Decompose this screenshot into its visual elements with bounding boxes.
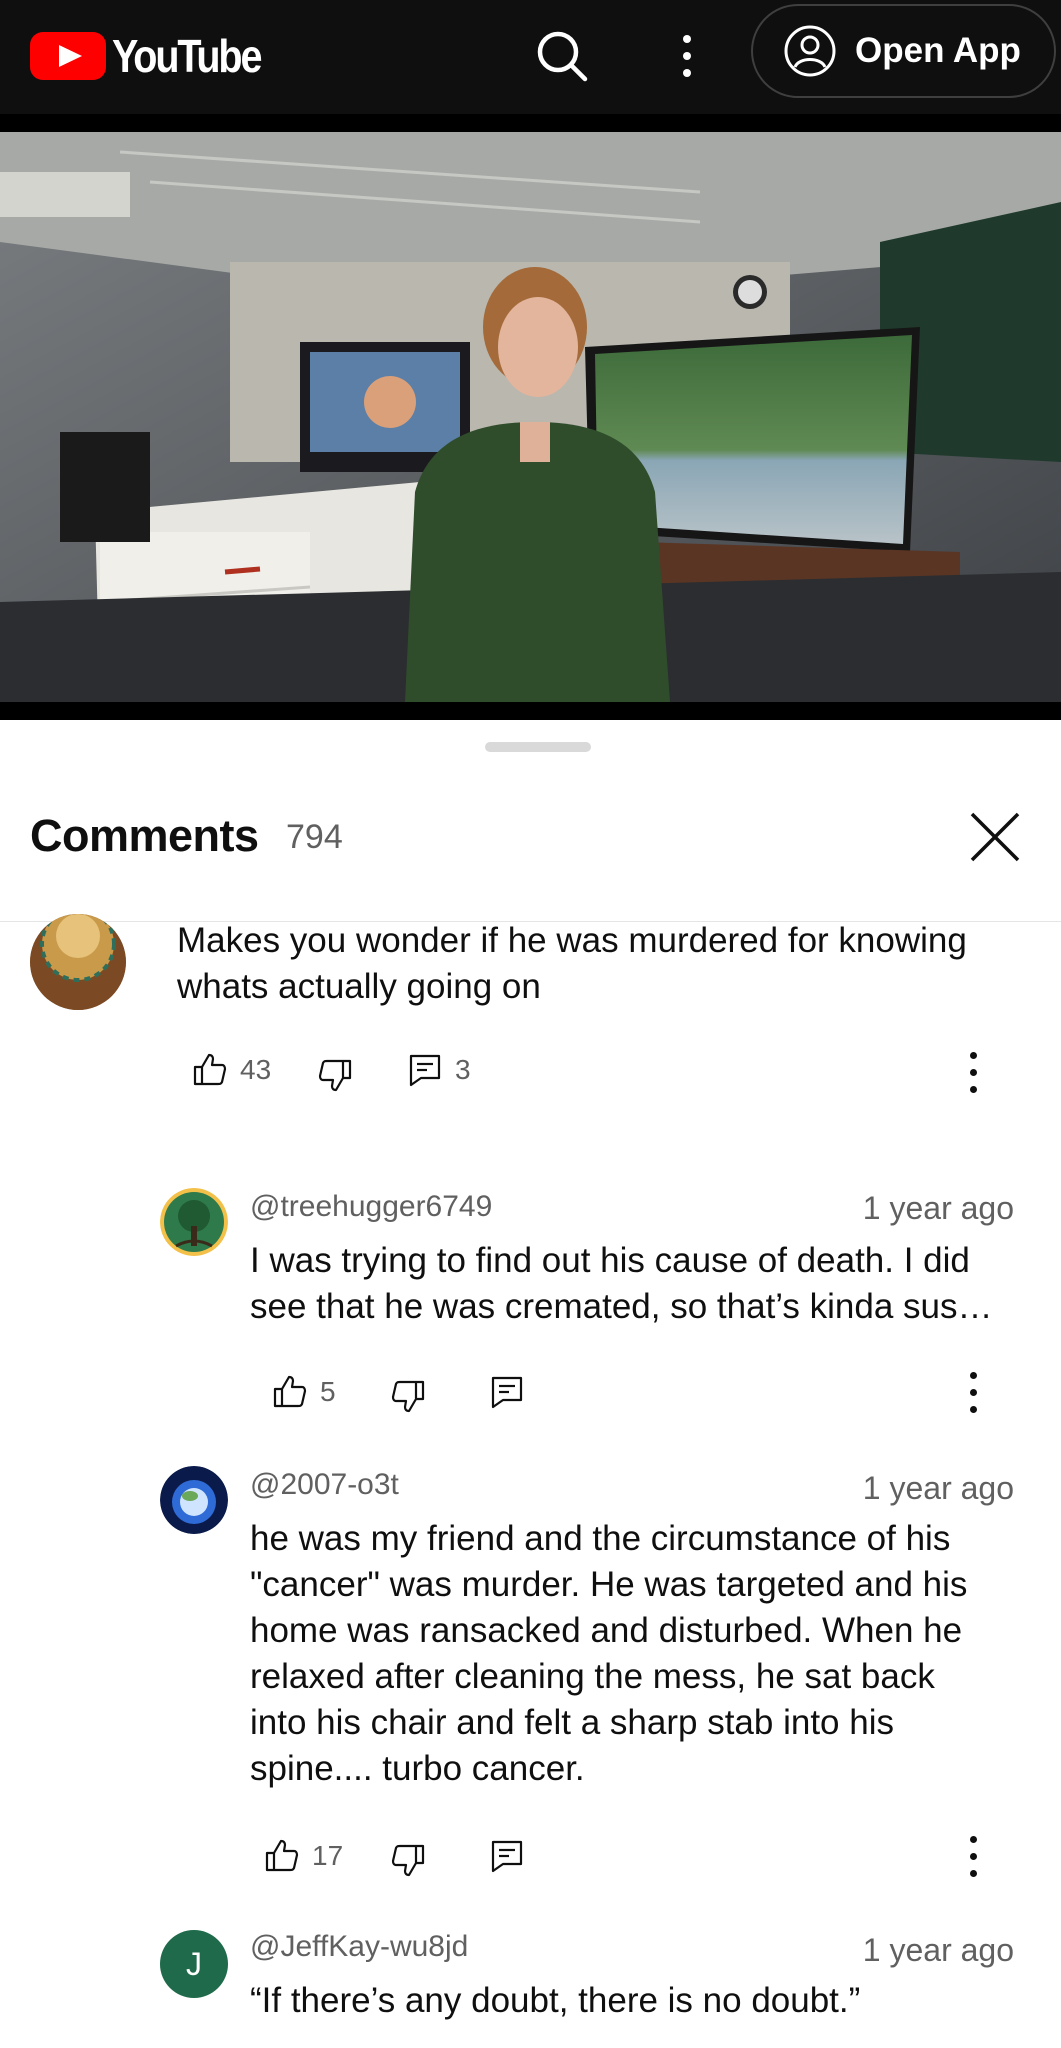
comment-text: into his chair and felt a sharp stab int… bbox=[250, 1703, 894, 1742]
comment-text: whats actually going on bbox=[177, 967, 541, 1006]
video-player[interactable] bbox=[0, 114, 1061, 720]
brand-name: YouTube bbox=[112, 30, 262, 82]
comment-author[interactable]: @JeffKay-wu8jd bbox=[250, 1930, 468, 1964]
comment-text: Makes you wonder if he was murdered for … bbox=[177, 921, 967, 960]
comment-text: “If there’s any doubt, there is no doubt… bbox=[250, 1981, 861, 2020]
comment-timestamp: 1 year ago bbox=[862, 1470, 1014, 1506]
more-vert-icon[interactable] bbox=[967, 1836, 979, 1877]
thumb-up-icon bbox=[273, 1375, 307, 1408]
avatar[interactable]: J bbox=[160, 1930, 228, 1998]
comment-author[interactable]: @2007-o3t bbox=[250, 1468, 399, 1502]
thumb-down-icon bbox=[391, 1380, 425, 1413]
like-button[interactable]: 17 bbox=[262, 1836, 343, 1876]
thumb-down-icon bbox=[318, 1059, 352, 1092]
reply-button[interactable] bbox=[487, 1372, 527, 1412]
top-app-bar: YouTube Open App bbox=[0, 0, 1061, 114]
more-vert-icon[interactable] bbox=[967, 1372, 979, 1413]
more-vert-icon[interactable] bbox=[670, 24, 704, 88]
avatar-letter: J bbox=[186, 1945, 202, 1982]
more-vert-icon[interactable] bbox=[967, 1052, 979, 1093]
like-count: 5 bbox=[320, 1376, 336, 1407]
comment-timestamp: 1 year ago bbox=[862, 1932, 1014, 1968]
thumb-down-icon bbox=[391, 1844, 425, 1877]
comment-icon bbox=[409, 1054, 441, 1087]
search-icon bbox=[537, 31, 588, 82]
youtube-logo-icon bbox=[30, 32, 106, 80]
like-count: 17 bbox=[312, 1840, 344, 1871]
reply-button[interactable]: 3 bbox=[405, 1050, 471, 1090]
close-icon bbox=[970, 812, 1020, 862]
comment-text: he was my friend and the circumstance of… bbox=[250, 1519, 951, 1558]
video-frame bbox=[0, 132, 1061, 702]
dislike-button[interactable] bbox=[388, 1376, 428, 1416]
comment-text: see that he was cremated, so that’s kind… bbox=[250, 1287, 993, 1326]
account-circle-icon bbox=[784, 25, 836, 77]
avatar[interactable] bbox=[160, 1466, 228, 1534]
dislike-button[interactable] bbox=[388, 1840, 428, 1880]
comment-icon bbox=[491, 1840, 523, 1873]
avatar[interactable] bbox=[160, 1188, 228, 1256]
like-button[interactable]: 43 bbox=[190, 1050, 271, 1090]
comment-timestamp: 1 year ago bbox=[862, 1190, 1014, 1226]
comment-text: I was trying to find out his cause of de… bbox=[250, 1241, 970, 1280]
comments-count: 794 bbox=[286, 818, 343, 856]
comment-text: "cancer" was murder. He was targeted and… bbox=[250, 1565, 968, 1604]
reply-count: 3 bbox=[455, 1054, 471, 1085]
drag-handle[interactable] bbox=[485, 742, 591, 752]
open-app-label: Open App bbox=[855, 31, 1021, 70]
search-button[interactable] bbox=[530, 24, 594, 88]
reply-button[interactable] bbox=[487, 1836, 527, 1876]
close-button[interactable] bbox=[960, 802, 1030, 872]
comment-author[interactable]: @treehugger6749 bbox=[250, 1190, 492, 1224]
comments-sheet: Comments 794 Makes you wonder if he was … bbox=[0, 722, 1061, 2048]
like-button[interactable]: 5 bbox=[270, 1372, 336, 1412]
comment-text: home was ransacked and disturbed. When h… bbox=[250, 1611, 963, 1650]
dislike-button[interactable] bbox=[315, 1055, 355, 1095]
youtube-logo[interactable]: YouTube bbox=[30, 29, 284, 83]
like-count: 43 bbox=[240, 1054, 272, 1085]
open-app-button[interactable]: Open App bbox=[751, 4, 1056, 98]
thumb-up-icon bbox=[265, 1839, 299, 1872]
avatar[interactable] bbox=[30, 914, 126, 1010]
comment-text: spine.... turbo cancer. bbox=[250, 1749, 585, 1788]
comment-icon bbox=[491, 1376, 523, 1409]
comments-title: Comments bbox=[30, 810, 259, 861]
thumb-up-icon bbox=[193, 1053, 227, 1086]
comment-text: relaxed after cleaning the mess, he sat … bbox=[250, 1657, 935, 1696]
